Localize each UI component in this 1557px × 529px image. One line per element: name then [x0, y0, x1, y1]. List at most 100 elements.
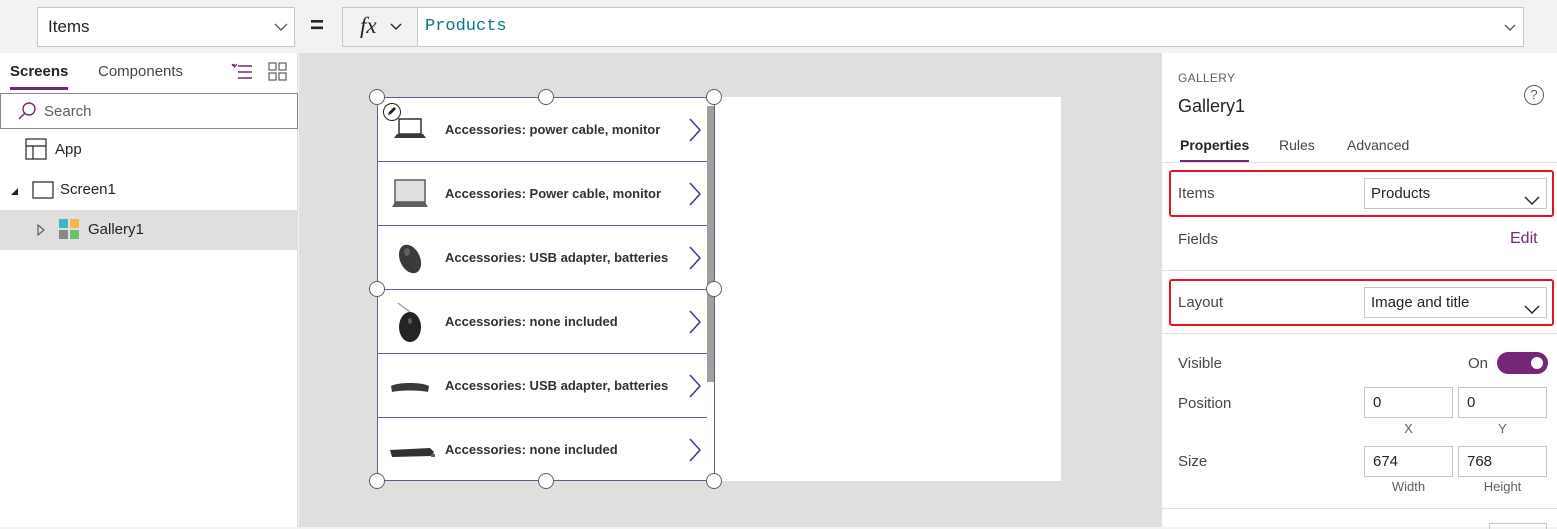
screen-icon: [32, 181, 54, 203]
gallery-row[interactable]: Accessories: USB adapter, batteries: [378, 354, 707, 418]
design-canvas: Accessories: power cable, monitor Access…: [299, 53, 1161, 527]
grid-view-icon[interactable]: [268, 62, 288, 87]
resize-handle-top-right[interactable]: [706, 89, 722, 105]
fx-icon: fx: [360, 13, 377, 38]
chevron-down-icon: [1524, 187, 1540, 216]
divider: [1162, 333, 1557, 334]
divider: [1162, 270, 1557, 271]
edit-fields-link[interactable]: Edit: [1510, 230, 1538, 248]
property-dropdown-value: Items: [48, 17, 90, 36]
formula-bar: Items = fx Products: [0, 0, 1557, 53]
expand-caret-icon[interactable]: [36, 223, 46, 240]
tree-search-box[interactable]: [0, 93, 298, 129]
list-view-icon[interactable]: [231, 62, 253, 87]
height-label: Height: [1483, 479, 1522, 494]
control-type-label: GALLERY: [1178, 71, 1236, 85]
gallery-item-title: Accessories: USB adapter, batteries: [445, 378, 669, 393]
width-input[interactable]: 674: [1364, 446, 1453, 477]
visible-label: Visible: [1178, 355, 1222, 372]
chevron-right-icon[interactable]: [688, 182, 702, 211]
resize-handle-bottom-right[interactable]: [706, 473, 722, 489]
chevron-right-icon[interactable]: [688, 118, 702, 147]
tree-item-app[interactable]: App: [0, 130, 297, 170]
visible-toggle-state: On: [1468, 355, 1489, 372]
divider: [1162, 162, 1557, 163]
search-icon: [17, 101, 37, 126]
help-icon[interactable]: ?: [1524, 85, 1544, 105]
gallery-row[interactable]: Accessories: power cable, monitor: [378, 98, 707, 162]
chevron-right-icon[interactable]: [688, 438, 702, 467]
search-input[interactable]: [44, 101, 284, 121]
items-dropdown-value: Products: [1371, 185, 1431, 202]
edit-gallery-icon[interactable]: [383, 103, 401, 121]
function-button[interactable]: fx: [342, 7, 418, 47]
size-label: Size: [1178, 453, 1208, 470]
y-label: Y: [1498, 421, 1507, 436]
chevron-right-icon[interactable]: [688, 310, 702, 339]
gallery-item-title: Accessories: power cable, monitor: [445, 122, 661, 137]
fields-label: Fields: [1178, 231, 1219, 248]
expand-formula-icon[interactable]: [1503, 8, 1517, 46]
chevron-down-icon: [274, 8, 288, 46]
layout-dropdown[interactable]: Image and title: [1364, 287, 1547, 318]
items-dropdown[interactable]: Products: [1364, 178, 1547, 209]
tab-advanced[interactable]: Advanced: [1347, 137, 1409, 153]
mouse-icon: [390, 238, 430, 278]
gallery-scrollbar[interactable]: [707, 106, 714, 382]
resize-handle-bottom[interactable]: [538, 473, 554, 489]
next-property-input[interactable]: [1489, 523, 1547, 529]
chevron-right-icon[interactable]: [688, 246, 702, 275]
gallery-row[interactable]: Accessories: none included: [378, 290, 707, 354]
tree-item-gallery1[interactable]: Gallery1: [0, 210, 297, 250]
gallery1[interactable]: Accessories: power cable, monitor Access…: [377, 97, 715, 481]
toggle-knob: [1531, 357, 1543, 369]
collapse-caret-icon[interactable]: [10, 184, 20, 201]
keyboard-icon: [390, 366, 430, 406]
resize-handle-left[interactable]: [369, 281, 385, 297]
tree-item-screen1[interactable]: Screen1: [0, 170, 297, 210]
resize-handle-top[interactable]: [538, 89, 554, 105]
properties-panel: GALLERY Gallery1 ? Properties Rules Adva…: [1161, 53, 1557, 529]
tab-screens[interactable]: Screens: [10, 63, 69, 90]
tree-item-label: Gallery1: [88, 221, 144, 238]
app-screen[interactable]: Accessories: power cable, monitor Access…: [369, 89, 1061, 489]
tab-properties[interactable]: Properties: [1180, 137, 1250, 163]
gallery-item-title: Accessories: none included: [445, 442, 618, 457]
visible-toggle[interactable]: [1497, 352, 1548, 374]
gallery-row[interactable]: Accessories: none included: [378, 418, 707, 482]
layout-dropdown-value: Image and title: [1371, 294, 1470, 311]
mouse-icon: [390, 302, 430, 342]
gallery-row[interactable]: Accessories: Power cable, monitor: [378, 162, 707, 226]
resize-handle-top-left[interactable]: [369, 89, 385, 105]
resize-handle-bottom-left[interactable]: [369, 473, 385, 489]
property-dropdown[interactable]: Items: [37, 7, 295, 47]
formula-input[interactable]: Products: [417, 7, 1524, 47]
gallery-icon: [58, 218, 80, 244]
layout-label: Layout: [1178, 294, 1224, 311]
gallery-item-title: Accessories: none included: [445, 314, 618, 329]
tree-item-label: App: [55, 141, 82, 158]
tree-view-tabs: Screens Components: [0, 53, 297, 93]
chevron-down-icon: [1524, 296, 1540, 325]
x-label: X: [1404, 421, 1413, 436]
formula-text: Products: [425, 17, 507, 36]
chevron-down-icon: [389, 8, 403, 46]
position-y-input[interactable]: 0: [1458, 387, 1547, 418]
width-label: Width: [1391, 479, 1426, 494]
height-input[interactable]: 768: [1458, 446, 1547, 477]
chevron-right-icon[interactable]: [688, 374, 702, 403]
resize-handle-right[interactable]: [706, 281, 722, 297]
app-icon: [25, 138, 47, 164]
tab-rules[interactable]: Rules: [1279, 137, 1315, 153]
equals-sign: =: [310, 12, 325, 39]
keyboard-icon: [390, 430, 435, 470]
tab-components[interactable]: Components: [98, 63, 183, 80]
gallery-row[interactable]: Accessories: USB adapter, batteries: [378, 226, 707, 290]
divider: [1162, 508, 1557, 509]
gallery-item-title: Accessories: USB adapter, batteries: [445, 250, 669, 265]
items-label: Items: [1178, 185, 1215, 202]
tree-item-label: Screen1: [60, 181, 116, 198]
control-name: Gallery1: [1178, 96, 1246, 116]
tree-view-panel: Screens Components Search App Screen1 Ga…: [0, 53, 298, 527]
position-x-input[interactable]: 0: [1364, 387, 1453, 418]
